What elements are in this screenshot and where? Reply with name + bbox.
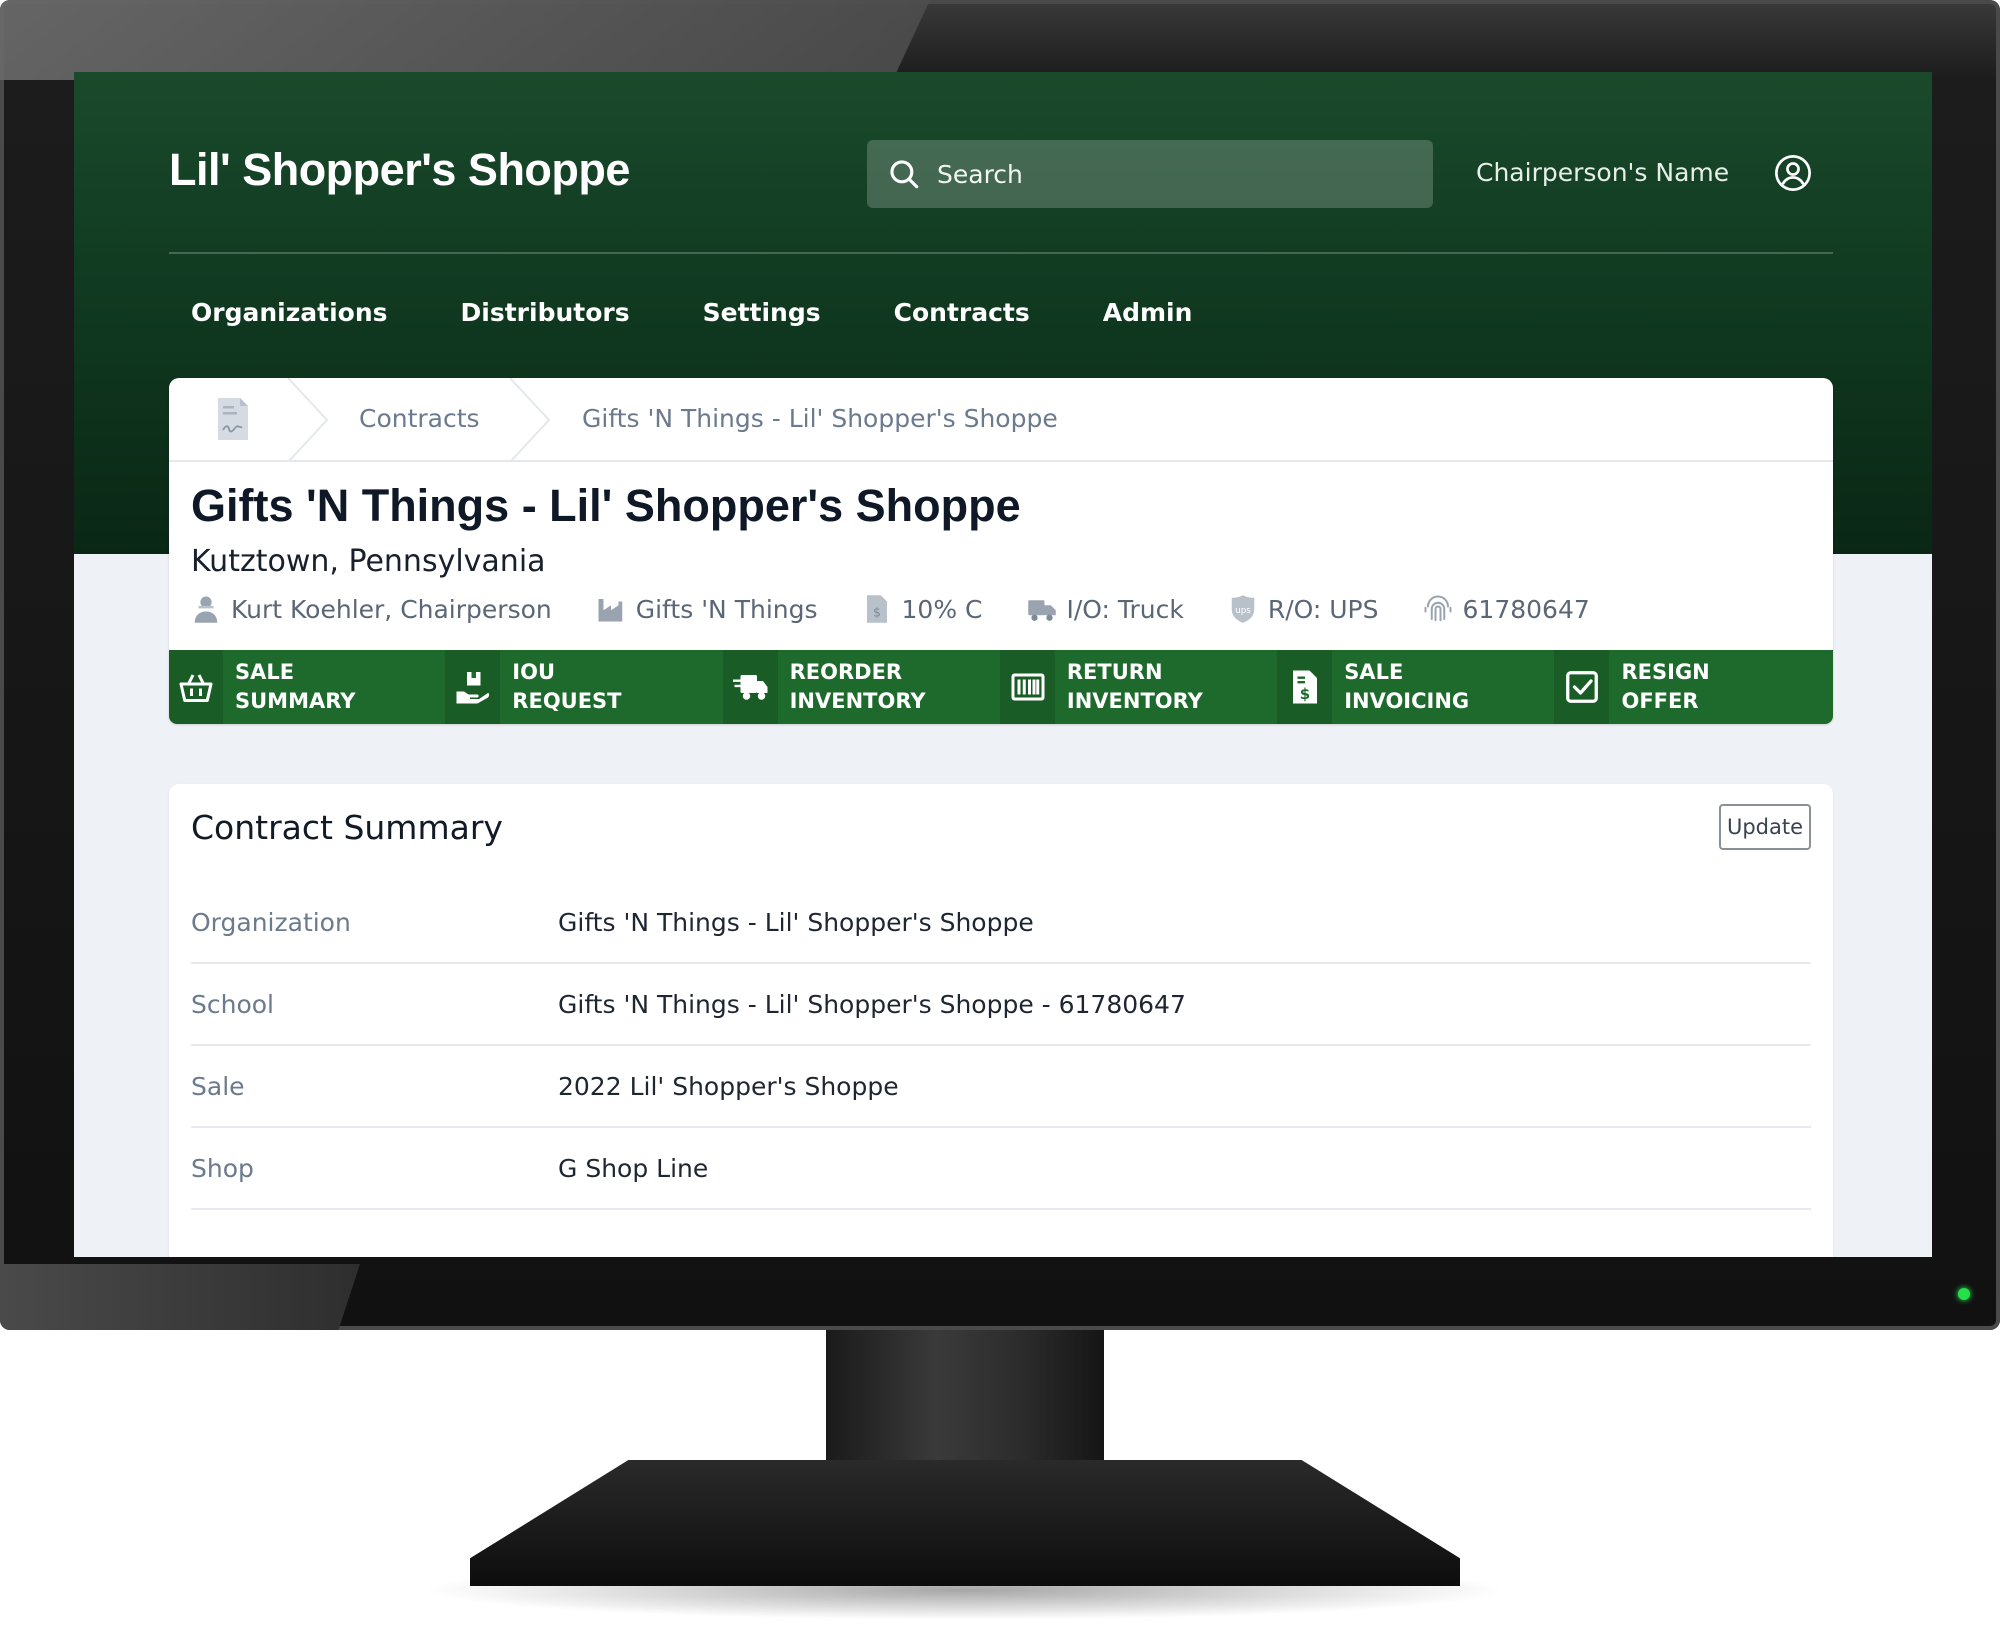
return-inventory-line1: RETURN (1066, 660, 1163, 684)
monitor-stand-base (470, 1460, 1460, 1586)
main-nav: Organizations Distributors Settings Cont… (169, 298, 1243, 327)
screen: Lil' Shopper's Shoppe Chairperson's Name… (74, 72, 1932, 1257)
summary-row-school: School Gifts 'N Things - Lil' Shopper's … (191, 964, 1811, 1046)
summary-label: Organization (191, 908, 351, 937)
summary-label: School (191, 990, 274, 1019)
ups-icon: ups (1231, 595, 1255, 623)
person-icon (194, 596, 218, 623)
summary-value: Gifts 'N Things - Lil' Shopper's Shoppe (558, 908, 1034, 937)
user-account-icon[interactable] (1774, 154, 1812, 192)
nav-distributors[interactable]: Distributors (439, 298, 652, 327)
action-bar: SALE SUMMARY IOU REQUEST REORDER INVENTO… (169, 650, 1833, 724)
summary-row-shop: Shop G Shop Line (191, 1128, 1811, 1210)
breadcrumb-current[interactable]: Gifts 'N Things - Lil' Shopper's Shoppe (582, 404, 1058, 433)
fingerprint-icon (1424, 595, 1452, 622)
frame-bottom-gloss (0, 1264, 360, 1330)
svg-text:$: $ (1300, 685, 1310, 703)
meta-inbound-text: I/O: Truck (1066, 594, 1184, 624)
meta-distributor-text: Gifts 'N Things (635, 594, 818, 624)
document-dollar-icon: $ (866, 595, 887, 623)
resign-offer-line1: RESIGN (1621, 660, 1710, 684)
brand-title[interactable]: Lil' Shopper's Shoppe (169, 144, 630, 196)
meta-return-text: R/O: UPS (1267, 594, 1379, 624)
factory-icon (598, 599, 622, 622)
breadcrumb-contracts[interactable]: Contracts (359, 404, 480, 433)
barcode-icon (1011, 673, 1045, 701)
search-input[interactable] (937, 159, 1397, 189)
summary-row-organization: Organization Gifts 'N Things - Lil' Shop… (191, 882, 1811, 964)
meta-chairperson-text: Kurt Koehler, Chairperson (231, 594, 552, 624)
monitor-frame: Lil' Shopper's Shoppe Chairperson's Name… (0, 0, 2000, 1330)
sale-summary-line1: SALE (235, 660, 295, 684)
search-icon (890, 160, 919, 189)
svg-text:$: $ (873, 605, 881, 620)
resign-offer-line2: OFFER (1621, 689, 1699, 713)
return-inventory-button[interactable]: RETURN INVENTORY (1000, 650, 1279, 724)
contract-location: Kutztown, Pennsylvania (191, 544, 546, 579)
svg-text:ups: ups (1235, 606, 1251, 616)
meta-id: 61780647 (1423, 594, 1590, 624)
reorder-inventory-button[interactable]: REORDER INVENTORY (723, 650, 1001, 724)
contract-card: Contracts Gifts 'N Things - Lil' Shopper… (169, 378, 1833, 724)
invoice-icon: $ (1293, 670, 1318, 704)
contract-title: Gifts 'N Things - Lil' Shopper's Shoppe (191, 480, 1021, 531)
nav-contracts[interactable]: Contracts (872, 298, 1052, 327)
summary-value: Gifts 'N Things - Lil' Shopper's Shoppe … (558, 990, 1186, 1019)
nav-settings[interactable]: Settings (681, 298, 843, 327)
return-inventory-line2: INVENTORY (1066, 689, 1203, 713)
power-led (1958, 1288, 1970, 1300)
breadcrumb-separator (287, 378, 329, 462)
meta-distributor: Gifts 'N Things (596, 594, 818, 624)
summary-row-sale: Sale 2022 Lil' Shopper's Shoppe (191, 1046, 1811, 1128)
basket-icon (179, 674, 213, 702)
resign-offer-button[interactable]: RESIGN OFFER (1555, 650, 1832, 724)
breadcrumb: Contracts Gifts 'N Things - Lil' Shopper… (169, 378, 1833, 462)
breadcrumb-separator (509, 378, 551, 462)
frame-gloss (0, 0, 930, 80)
meta-id-text: 61780647 (1462, 594, 1590, 624)
sale-invoicing-line1: SALE (1344, 660, 1404, 684)
meta-inbound: I/O: Truck (1027, 594, 1184, 624)
sale-invoicing-line2: INVOICING (1344, 689, 1470, 713)
iou-request-line2: REQUEST (512, 689, 622, 713)
sale-invoicing-button[interactable]: $ SALE INVOICING (1278, 650, 1556, 724)
hand-box-icon (456, 672, 490, 704)
header-divider (169, 252, 1833, 254)
truck-icon (1027, 600, 1056, 621)
meta-return: ups R/O: UPS (1228, 594, 1379, 624)
meta-commission: $ 10% C (862, 594, 983, 624)
contract-summary-card: Contract Summary Update Organization Gif… (169, 784, 1833, 1257)
contract-meta: Kurt Koehler, Chairperson Gifts 'N Thing… (191, 594, 1634, 624)
summary-label: Shop (191, 1154, 254, 1183)
meta-chairperson: Kurt Koehler, Chairperson (191, 594, 552, 624)
update-button[interactable]: Update (1719, 804, 1811, 850)
sale-summary-line2: SUMMARY (235, 689, 356, 713)
checkbox-icon (1566, 671, 1599, 703)
reorder-inventory-line1: REORDER (789, 660, 903, 684)
meta-commission-text: 10% C (901, 594, 983, 624)
shipping-truck-icon (732, 675, 768, 700)
summary-label: Sale (191, 1072, 245, 1101)
nav-organizations[interactable]: Organizations (169, 298, 410, 327)
sale-summary-button[interactable]: SALE SUMMARY (169, 650, 447, 724)
summary-value: 2022 Lil' Shopper's Shoppe (558, 1072, 899, 1101)
iou-request-line1: IOU (512, 660, 556, 684)
iou-request-button[interactable]: IOU REQUEST (446, 650, 724, 724)
contract-document-icon[interactable] (216, 396, 250, 442)
nav-admin[interactable]: Admin (1081, 298, 1215, 327)
user-name[interactable]: Chairperson's Name (1476, 158, 1729, 187)
summary-title: Contract Summary (191, 808, 503, 847)
reorder-inventory-line2: INVENTORY (789, 689, 926, 713)
search-box[interactable] (867, 140, 1433, 208)
summary-value: G Shop Line (558, 1154, 709, 1183)
